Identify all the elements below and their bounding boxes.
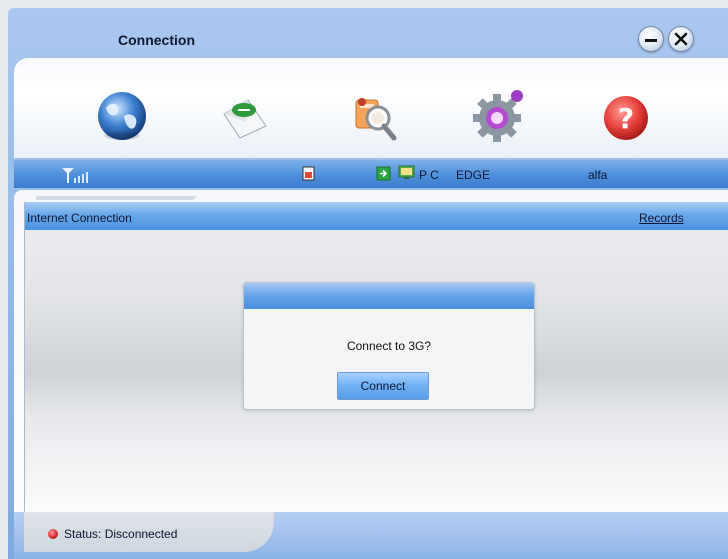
help-icon: ? xyxy=(604,96,648,140)
svg-text:?: ? xyxy=(618,102,634,135)
dialog-title-bar xyxy=(244,283,534,309)
connection-mode: P C xyxy=(419,168,439,182)
footer-bar: Status: Disconnected xyxy=(14,512,728,559)
status-tab: Status: Disconnected xyxy=(24,512,274,552)
window-title: Connection xyxy=(118,32,195,48)
connection-status: Status: Disconnected xyxy=(64,527,178,541)
operator-name: alfa xyxy=(588,168,608,182)
tab-divider xyxy=(36,196,196,200)
contacts-search-icon xyxy=(355,98,397,141)
status-strip: P C EDGE alfa xyxy=(14,160,728,188)
network-type: EDGE xyxy=(456,168,491,182)
section-title: Internet Connection xyxy=(27,211,132,225)
phonebook-button[interactable] xyxy=(344,86,404,146)
settings-button[interactable] xyxy=(469,86,529,146)
close-button[interactable] xyxy=(668,26,694,52)
content-area: Internet Connection Records Connect to 3… xyxy=(24,202,728,512)
data-transfer-icon xyxy=(376,166,391,181)
internet-button[interactable] xyxy=(92,86,152,146)
toolbar: ? xyxy=(14,58,728,158)
title-bar: Connection xyxy=(8,8,728,56)
dialog-message: Connect to 3G? xyxy=(346,339,432,353)
connect-button[interactable]: Connect xyxy=(337,372,429,400)
close-icon xyxy=(674,32,688,46)
help-button[interactable]: ? xyxy=(596,86,656,146)
globe-icon xyxy=(98,92,146,140)
app-window: Connection ? P C EDGE alfa Internet Conn… xyxy=(8,8,728,559)
sms-button[interactable] xyxy=(214,86,274,146)
main-panel: Internet Connection Records Connect to 3… xyxy=(14,190,728,559)
signal-strength-icon xyxy=(62,168,88,183)
connect-dialog: Connect to 3G? Connect xyxy=(243,282,535,410)
sim-card-icon xyxy=(302,166,315,181)
disconnected-status-icon xyxy=(48,529,58,539)
section-header: Internet Connection Records xyxy=(25,202,728,230)
records-link[interactable]: Records xyxy=(639,211,684,225)
pc-monitor-icon xyxy=(398,165,415,179)
settings-gear-icon xyxy=(473,90,523,142)
sms-envelope-icon xyxy=(223,99,267,139)
minimize-icon xyxy=(645,39,657,42)
minimize-button[interactable] xyxy=(638,26,664,52)
